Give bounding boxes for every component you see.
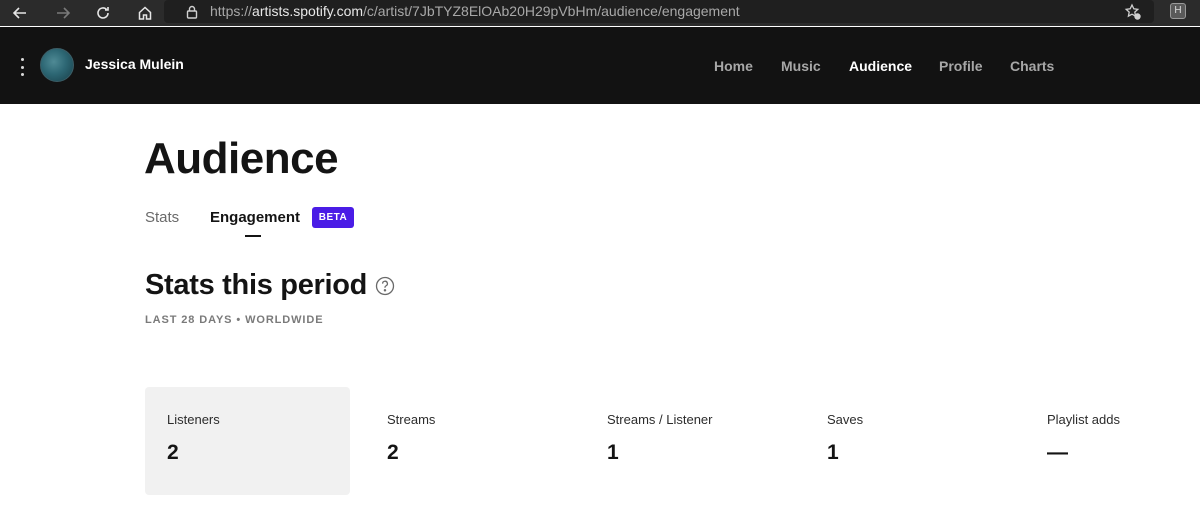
nav-music[interactable]: Music: [781, 58, 821, 74]
nav-home[interactable]: Home: [714, 58, 753, 74]
section-title: Stats this period: [145, 269, 368, 301]
stat-value: —: [1047, 441, 1068, 464]
browser-toolbar: https://artists.spotify.com/c/artist/7Jb…: [0, 0, 1200, 26]
app-header: Jessica Mulein Home Music Audience Profi…: [0, 27, 1200, 104]
url-path: /c/artist/7JbTYZ8ElOAb20H29pVbHm/audienc…: [363, 3, 740, 19]
home-icon[interactable]: [133, 0, 157, 26]
help-icon[interactable]: [375, 276, 395, 296]
page-title: Audience: [144, 134, 339, 183]
stat-card-listeners[interactable]: Listeners 2: [145, 387, 350, 495]
url-prefix: https://: [210, 3, 253, 19]
nav-audience[interactable]: Audience: [849, 58, 912, 74]
section-subtitle: LAST 28 DAYS • WORLDWIDE: [145, 314, 324, 326]
stat-card-streams-per-listener[interactable]: Streams / Listener 1: [585, 387, 790, 495]
avatar[interactable]: [40, 48, 74, 82]
forward-arrow-icon[interactable]: [51, 0, 75, 26]
stat-label: Streams: [387, 412, 436, 427]
url-host: artists.spotify.com: [252, 3, 364, 19]
nav-profile[interactable]: Profile: [939, 58, 983, 74]
stat-value: 1: [607, 441, 619, 464]
stat-value: 1: [827, 441, 839, 464]
stat-label: Saves: [827, 412, 864, 427]
stat-value: 2: [167, 441, 179, 464]
stat-label: Listeners: [167, 412, 220, 427]
stat-card-streams[interactable]: Streams 2: [365, 387, 570, 495]
active-tab-indicator: [245, 235, 261, 237]
stat-card-playlist-adds[interactable]: Playlist adds —: [1025, 387, 1195, 495]
artist-name[interactable]: Jessica Mulein: [85, 56, 184, 72]
back-arrow-icon[interactable]: [8, 0, 32, 26]
refresh-icon[interactable]: [91, 0, 115, 26]
tab-stats[interactable]: Stats: [145, 209, 179, 226]
tab-engagement[interactable]: Engagement: [210, 209, 300, 226]
beta-badge: BETA: [312, 207, 354, 228]
stat-label: Playlist adds: [1047, 412, 1120, 427]
address-bar[interactable]: https://artists.spotify.com/c/artist/7Jb…: [164, 0, 1154, 23]
url-text: https://artists.spotify.com/c/artist/7Jb…: [210, 0, 740, 23]
menu-kebab-icon[interactable]: [16, 55, 28, 79]
favorite-star-icon[interactable]: [1124, 3, 1142, 21]
extension-icon[interactable]: H: [1170, 3, 1186, 19]
stat-label: Streams / Listener: [607, 412, 713, 427]
stat-value: 2: [387, 441, 399, 464]
nav-charts[interactable]: Charts: [1010, 58, 1054, 74]
lock-icon: [186, 5, 198, 19]
stat-card-saves[interactable]: Saves 1: [805, 387, 1010, 495]
